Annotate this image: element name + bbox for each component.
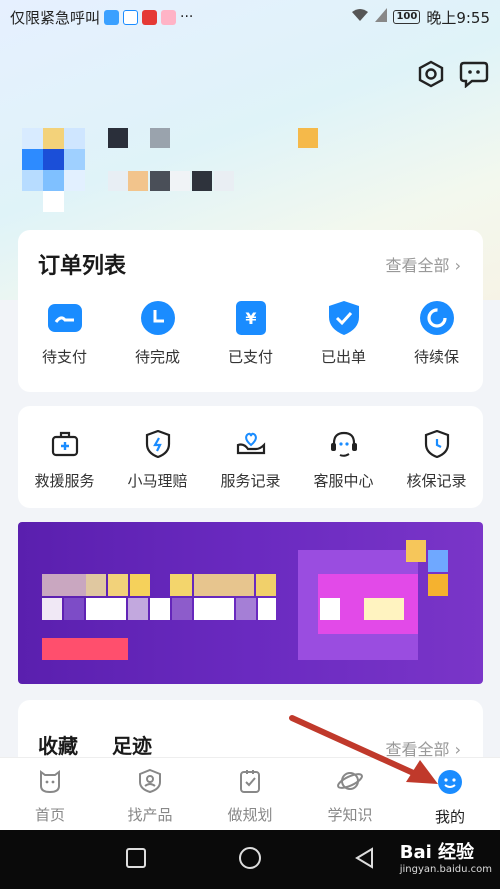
plan-icon [237, 768, 263, 798]
signal-icon [375, 8, 388, 26]
message-icon[interactable] [458, 58, 490, 90]
service-claims[interactable]: 小马理赔 [111, 428, 204, 491]
nav-label: 首页 [34, 806, 65, 824]
order-list-title: 订单列表 [38, 254, 127, 279]
service-label: 客服中心 [313, 472, 374, 490]
recent-apps-button[interactable] [125, 847, 147, 873]
planet-icon [336, 768, 364, 798]
home-button[interactable] [238, 846, 262, 874]
more-icon: ··· [180, 9, 194, 25]
service-label: 小马理赔 [127, 472, 188, 490]
order-item-label: 已出单 [320, 348, 366, 366]
notification-icon [161, 9, 177, 25]
yen-icon: ¥ [233, 300, 269, 336]
clock-time: 晚上9:55 [426, 8, 490, 27]
order-list-card: 订单列表 查看全部 › 待支付 待完成 ¥ 已支付 已出单 待续保 [18, 230, 483, 392]
notification-icon [142, 9, 158, 25]
headset-icon [328, 428, 360, 460]
order-item-renewal[interactable]: 待续保 [390, 300, 483, 367]
back-button[interactable] [353, 846, 375, 873]
hands-heart-icon [235, 428, 267, 460]
battery-icon: 100 [393, 10, 421, 24]
service-underwriting-records[interactable]: 核保记录 [390, 428, 483, 491]
nav-find-product[interactable]: 找产品 [100, 758, 200, 830]
notification-icon [104, 9, 120, 25]
services-card: 救援服务 小马理赔 服务记录 客服中心 核保记录 [18, 406, 483, 508]
order-see-all-link[interactable]: 查看全部 › [386, 252, 462, 276]
nav-label: 找产品 [127, 806, 173, 824]
clock-icon [140, 300, 176, 336]
service-label: 救援服务 [34, 472, 95, 490]
nav-label: 我的 [434, 808, 465, 826]
service-label: 服务记录 [220, 472, 281, 490]
bottom-nav: 首页 找产品 做规划 学知识 我的 [0, 757, 500, 830]
order-item-issued[interactable]: 已出单 [297, 300, 390, 367]
watermark-url: jingyan.baidu.com [399, 864, 492, 875]
shield-check-icon [326, 300, 362, 336]
shield-clock-icon [421, 428, 453, 460]
order-item-label: 待完成 [134, 348, 180, 366]
nav-label: 做规划 [227, 806, 273, 824]
order-item-pending-complete[interactable]: 待完成 [111, 300, 204, 367]
order-item-pending-payment[interactable]: 待支付 [18, 300, 111, 367]
service-rescue[interactable]: 救援服务 [18, 428, 111, 491]
service-label: 核保记录 [406, 472, 467, 490]
nav-label: 学知识 [327, 806, 373, 824]
tab-favorites[interactable]: 收藏 [38, 730, 78, 759]
status-bar: 仅限紧急呼叫 ··· 100 晚上9:55 [0, 0, 500, 34]
avatar[interactable] [22, 128, 86, 212]
service-records[interactable]: 服务记录 [204, 428, 297, 491]
service-customer-center[interactable]: 客服中心 [297, 428, 390, 491]
home-bear-icon [37, 768, 63, 798]
nav-learn[interactable]: 学知识 [300, 758, 400, 830]
watermark-brand: Bai 经验 [399, 842, 475, 863]
notification-icon [123, 9, 139, 25]
svg-text:¥: ¥ [245, 309, 256, 328]
renew-icon [419, 300, 455, 336]
lightning-shield-icon [142, 428, 174, 460]
baidu-watermark: Bai 经验 jingyan.baidu.com [400, 838, 492, 875]
order-item-label: 已支付 [227, 348, 273, 366]
wallet-icon [47, 300, 83, 336]
order-item-label: 待续保 [413, 348, 459, 366]
nav-plan[interactable]: 做规划 [200, 758, 300, 830]
promo-banner[interactable] [18, 522, 483, 684]
nav-mine[interactable]: 我的 [400, 758, 500, 830]
nav-home[interactable]: 首页 [0, 758, 100, 830]
order-item-paid[interactable]: ¥ 已支付 [204, 300, 297, 367]
wifi-icon [351, 8, 369, 26]
medkit-icon [49, 428, 81, 460]
tab-footprint[interactable]: 足迹 [112, 730, 152, 759]
find-product-icon [137, 768, 163, 798]
smile-icon [436, 768, 464, 800]
carrier-text: 仅限紧急呼叫 [10, 8, 101, 27]
settings-icon[interactable] [415, 58, 447, 90]
order-item-label: 待支付 [41, 348, 87, 366]
